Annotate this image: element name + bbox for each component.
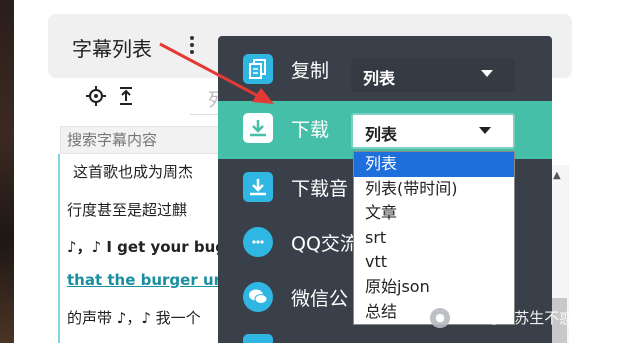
select-value: 列表 bbox=[363, 69, 396, 88]
dropdown-option[interactable]: 列表 bbox=[354, 152, 514, 177]
menu-item-label: 复制 bbox=[291, 60, 330, 82]
scroll-to-top-icon[interactable] bbox=[116, 86, 136, 106]
more-options-icon[interactable] bbox=[186, 36, 198, 56]
menu-item-label: 下载 bbox=[291, 119, 330, 141]
dropdown-option[interactable]: 原始json bbox=[354, 275, 514, 300]
dropdown-option[interactable]: vtt bbox=[354, 250, 514, 275]
menu-item-label: QQ交流 bbox=[291, 233, 359, 255]
dropdown-option[interactable]: 列表(带时间) bbox=[354, 177, 514, 202]
chevron-down-icon bbox=[481, 70, 493, 77]
menu-item-copy[interactable]: 复制 列表 bbox=[218, 42, 552, 100]
wechat-icon: ● bbox=[430, 307, 450, 328]
wechat-icon bbox=[243, 282, 273, 312]
watermark-text: 公众号 · 苏生不惑 bbox=[455, 309, 575, 327]
scroll-up-icon[interactable]: ▲ bbox=[553, 170, 561, 181]
list-border bbox=[58, 154, 60, 343]
copy-icon bbox=[243, 54, 273, 84]
subtitle-line[interactable]: 行度甚至是超过麒 bbox=[67, 199, 187, 220]
chat-icon bbox=[243, 227, 273, 257]
menu-item-label: 下载音 bbox=[291, 178, 349, 200]
download-icon bbox=[243, 172, 273, 202]
format-dropdown-list: 列表 列表(带时间) 文章 srt vtt 原始json 总结 bbox=[353, 151, 515, 325]
tab-underline bbox=[190, 114, 220, 115]
panel-title: 字幕列表 bbox=[72, 37, 152, 61]
download-format-select[interactable]: 列表 bbox=[351, 113, 515, 149]
watermark: ● 公众号 · 苏生不惑 bbox=[430, 307, 574, 328]
chevron-down-icon bbox=[479, 127, 491, 134]
dropdown-option[interactable]: srt bbox=[354, 226, 514, 251]
subtitle-line[interactable]: ♪，♪ I get your bug bbox=[67, 236, 226, 257]
subtitle-line[interactable]: 这首歌也成为周杰 bbox=[73, 161, 193, 182]
search-box bbox=[60, 126, 232, 154]
menu-item-label: 微信公 bbox=[291, 288, 349, 310]
subtitle-line[interactable]: 的声带 ♪，♪ 我一个 bbox=[67, 307, 201, 328]
download-icon bbox=[243, 113, 273, 143]
search-input[interactable] bbox=[61, 127, 231, 153]
dropdown-option[interactable]: 文章 bbox=[354, 201, 514, 226]
subtitle-line-highlighted[interactable]: that the burger und bbox=[67, 271, 235, 289]
copy-format-select[interactable]: 列表 bbox=[351, 58, 515, 92]
background-photo bbox=[0, 0, 14, 343]
menu-item-partial[interactable] bbox=[218, 328, 552, 343]
menu-item-icon bbox=[243, 334, 273, 343]
select-value: 列表 bbox=[365, 125, 398, 144]
locate-icon[interactable] bbox=[86, 86, 106, 106]
